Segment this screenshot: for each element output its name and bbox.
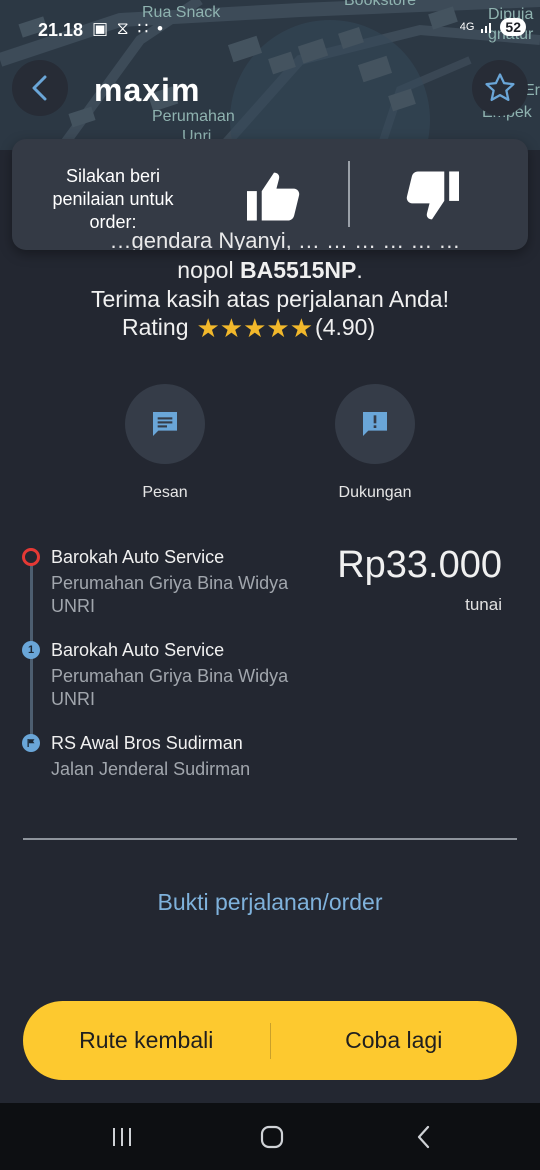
support-button[interactable] [335,384,415,464]
star-icon: ★ [289,312,314,343]
home-icon [260,1125,284,1149]
chevron-left-icon [32,75,47,101]
star-icon: ★ [243,312,267,343]
support-icon [363,412,387,436]
network-type: 4G [459,21,475,33]
system-back-button[interactable] [404,1121,444,1153]
notification-icons: ▣ ⧖ ∷ • [92,19,165,38]
stop-name: Barokah Auto Service [51,640,225,660]
rating-divider [348,161,350,227]
route-stop: Barokah Auto Service Perumahan Griya Bin… [51,545,321,618]
recent-apps-icon [113,1128,131,1146]
support-action[interactable]: Dukungan [335,384,415,502]
status-bar: 21.18 ▣ ⧖ ∷ • 4G 52 [0,0,540,48]
trip-proof-link[interactable]: Bukti perjalanan/order [0,889,540,916]
battery-level: 52 [500,18,526,36]
bottom-actions: Rute kembali Coba lagi [23,1001,517,1080]
maxim-logo: maxim [94,72,201,108]
origin-marker-icon [22,548,40,566]
plate-suffix: . [356,257,363,283]
route-stop: Barokah Auto Service Perumahan Griya Bin… [51,638,321,711]
status-time: 21.18 [38,20,84,40]
thumb-down-button[interactable] [402,169,462,223]
plate-prefix: nopol [177,257,240,283]
thumb-up-icon [247,172,300,221]
star-outline-icon [485,73,515,102]
rating-value: (4.90) [315,314,376,340]
message-button[interactable] [125,384,205,464]
star-icon: ★ [266,312,290,343]
back-arrow-icon [417,1125,430,1149]
return-route-button[interactable]: Rute kembali [23,1027,270,1054]
map-label: Perumahan [152,108,235,125]
retry-button[interactable]: Coba lagi [271,1027,518,1054]
thumb-up-button[interactable] [244,169,304,223]
section-divider [23,838,517,840]
star-icon: ★ [219,312,244,343]
recent-apps-button[interactable] [102,1121,142,1153]
stop-name: RS Awal Bros Sudirman [51,733,243,753]
stop-address: Jalan Jenderal Sudirman [51,759,251,779]
payment-method: tunai [465,595,502,614]
vehicle-plate-line: nopol BA5515NP. [0,257,540,284]
rating-label: Rating [122,314,189,340]
stop-address: Perumahan Griya Bina Widya UNRI [51,666,289,709]
home-button[interactable] [252,1121,292,1153]
fare-amount: Rp33.000 [337,544,502,586]
signal-icon [481,23,492,33]
thank-you-message: Terima kasih atas perjalanan Anda! [91,286,449,312]
system-status: 4G 52 [460,18,526,36]
favorite-button[interactable] [472,60,528,116]
message-action[interactable]: Pesan [125,384,205,502]
driver-info-partial: …gendara Nyanyi, … … … … … … [109,228,461,250]
route-stop: RS Awal Bros Sudirman Jalan Jenderal Sud… [51,731,321,781]
vehicle-plate: BA5515NP [239,257,357,283]
stop-address: Perumahan Griya Bina Widya UNRI [51,573,289,616]
system-nav-bar [0,1103,540,1170]
destination-flag-icon [22,734,40,752]
support-label: Dukungan [338,484,412,501]
flag-icon [27,739,35,747]
message-icon [153,412,177,436]
driver-rating: Rating ★ ★ ★ ★ ★ (4.90) [122,314,375,341]
rating-prompt-text: Silakan beri penilaian untuk order: [52,166,174,232]
message-label: Pesan [142,484,188,501]
waypoint-marker-icon: 1 [22,641,40,659]
thumb-down-icon [406,171,459,220]
rating-stars: ★ ★ ★ ★ ★ [196,315,313,341]
star-icon: ★ [196,312,220,343]
stop-name: Barokah Auto Service [51,547,225,567]
back-button[interactable] [12,60,68,116]
